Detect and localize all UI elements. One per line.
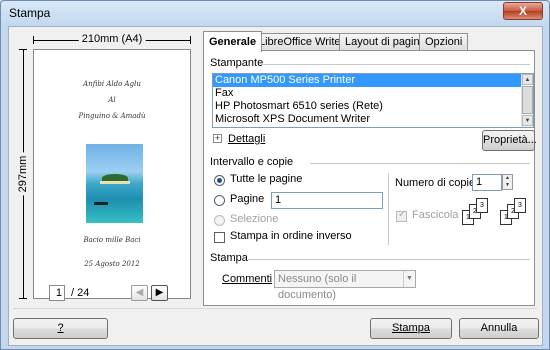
printer-list[interactable]: Canon MP500 Series Printer Fax HP Photos… bbox=[212, 73, 534, 128]
tab-libreoffice-writer[interactable]: LibreOffice Writer bbox=[253, 33, 351, 51]
comments-select[interactable]: Nessuno (solo il documento) ▼ bbox=[274, 270, 416, 301]
details-expander-label[interactable]: Dettagli bbox=[228, 133, 265, 145]
scroll-up-icon[interactable]: ▲ bbox=[522, 74, 533, 85]
cancel-button[interactable]: Annulla bbox=[459, 318, 539, 339]
printer-list-scrollbar[interactable]: ▲ ▼ bbox=[521, 74, 533, 127]
selection-radio[interactable] bbox=[214, 215, 225, 226]
current-page-input[interactable]: 1 bbox=[49, 285, 65, 301]
printer-item[interactable]: Microsoft XPS Document Writer bbox=[213, 113, 523, 126]
printer-item[interactable]: HP Photosmart 6510 series (Rete) bbox=[213, 100, 523, 113]
copies-input[interactable]: 1 bbox=[472, 174, 502, 191]
all-pages-label[interactable]: Tutte le pagine bbox=[230, 173, 302, 185]
collate-label[interactable]: Fascicola bbox=[412, 209, 458, 221]
print-dialog: Stampa X 210mm (A4) 297mm Anfibi Aldo Ag… bbox=[0, 0, 550, 350]
tab-opzioni[interactable]: Opzioni bbox=[419, 33, 469, 51]
collated-icon: 1 2 3 bbox=[500, 198, 534, 226]
next-page-button[interactable]: ▶ bbox=[151, 285, 168, 301]
print-section-label: Stampa bbox=[210, 252, 248, 264]
tab-layout-di-pagina[interactable]: Layout di pagina bbox=[339, 33, 432, 51]
pages-input[interactable]: 1 bbox=[271, 192, 383, 209]
collate-checkbox[interactable] bbox=[396, 209, 407, 222]
scroll-down-icon[interactable]: ▼ bbox=[522, 115, 533, 126]
page-text-line: Bacio mille Baci bbox=[83, 236, 141, 244]
window-title: Stampa bbox=[9, 6, 51, 20]
page-text-line: Anfibi Aldo Aglu bbox=[83, 80, 141, 88]
scroll-thumb[interactable] bbox=[522, 86, 533, 114]
printer-section-label: Stampante bbox=[210, 57, 264, 69]
page-text-line: Pinguino & Amadù bbox=[78, 112, 146, 120]
tab-generale[interactable]: Generale bbox=[203, 31, 263, 52]
reverse-order-checkbox[interactable] bbox=[214, 232, 225, 243]
range-section-label: Intervallo e copie bbox=[210, 156, 294, 168]
close-button[interactable]: X bbox=[503, 2, 543, 20]
pages-label[interactable]: Pagine bbox=[230, 193, 264, 205]
comments-label: Commenti bbox=[222, 273, 273, 285]
width-label: 210mm (A4) bbox=[78, 33, 146, 45]
island-photo bbox=[86, 144, 143, 223]
reverse-order-label[interactable]: Stampa in ordine inverso bbox=[230, 230, 352, 242]
page-text-line: 25 Agosto 2012 bbox=[84, 260, 140, 268]
printer-item[interactable]: Canon MP500 Series Printer bbox=[213, 74, 523, 87]
page-text-line: Al bbox=[108, 96, 116, 104]
height-label: 297mm bbox=[17, 152, 29, 196]
height-dimension: 297mm bbox=[17, 49, 29, 299]
width-dimension: 210mm (A4) bbox=[33, 33, 191, 47]
expand-plus-icon[interactable]: + bbox=[213, 134, 222, 143]
copies-spinner[interactable]: ▲ ▼ bbox=[502, 174, 513, 190]
chevron-down-icon: ▼ bbox=[403, 271, 415, 287]
dialog-body: 210mm (A4) 297mm Anfibi Aldo Aglu Al Pin… bbox=[8, 26, 543, 346]
print-button[interactable]: Stampa bbox=[370, 318, 452, 339]
title-bar[interactable]: Stampa X bbox=[1, 1, 549, 25]
printer-item[interactable]: Fax bbox=[213, 87, 523, 100]
selection-label[interactable]: Selezione bbox=[230, 213, 278, 225]
properties-button[interactable]: Proprietà... bbox=[482, 130, 537, 151]
page-preview: 210mm (A4) 297mm Anfibi Aldo Aglu Al Pin… bbox=[13, 31, 203, 301]
total-pages: / 24 bbox=[71, 287, 90, 299]
preview-page: Anfibi Aldo Aglu Al Pinguino & Amadù Bac… bbox=[33, 49, 191, 299]
previous-page-button[interactable]: ◀ bbox=[131, 285, 148, 301]
help-button[interactable]: ? bbox=[13, 318, 108, 339]
copies-label: Numero di copie bbox=[395, 177, 476, 189]
tab-panel-generale: Stampante Canon MP500 Series Printer Fax… bbox=[203, 50, 537, 306]
comments-value: Nessuno (solo il documento) bbox=[278, 273, 357, 301]
all-pages-radio[interactable] bbox=[214, 175, 225, 186]
collated-icon: 1 2 3 bbox=[462, 198, 496, 226]
triangle-left-icon: ◀ bbox=[135, 287, 144, 298]
triangle-right-icon: ▶ bbox=[155, 287, 164, 298]
pages-radio[interactable] bbox=[214, 195, 225, 206]
preview-pager: 1 / 24 ◀ ▶ bbox=[49, 285, 209, 305]
